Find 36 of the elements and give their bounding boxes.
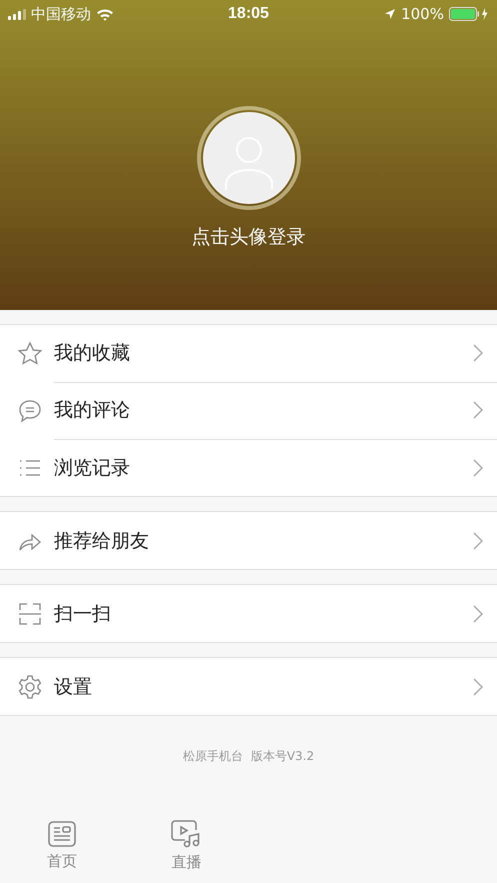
star-icon [17, 340, 43, 366]
menu-label: 扫一扫 [54, 602, 111, 626]
speech-bubble-icon [17, 398, 43, 424]
settings-icon [17, 674, 43, 700]
wifi-icon [96, 8, 114, 20]
chevron-right-icon [473, 401, 483, 419]
menu-label: 我的收藏 [54, 341, 130, 366]
newspaper-icon [48, 821, 76, 847]
menu-label: 我的评论 [54, 398, 130, 423]
menu-item[interactable]: 我的评论 [0, 382, 497, 439]
menu-item[interactable]: 浏览记录 [0, 439, 497, 496]
battery-percent: 100% [401, 5, 444, 23]
app-name: 松原手机台 [182, 748, 243, 765]
avatar-button[interactable] [196, 106, 300, 210]
menu-item[interactable]: 设置 [0, 658, 497, 715]
signal-icon [8, 8, 26, 20]
chevron-right-icon [473, 678, 483, 696]
location-arrow-icon [384, 8, 396, 20]
version-text: 版本号V3.2 [250, 748, 314, 765]
chevron-right-icon [473, 458, 483, 476]
chevron-right-icon [473, 604, 483, 622]
chevron-right-icon [473, 532, 483, 550]
user-silhouette-icon [200, 110, 296, 206]
login-prompt[interactable]: 点击头像登录 [192, 224, 306, 250]
carrier-name: 中国移动 [31, 4, 91, 24]
clock-time: 18:05 [228, 5, 269, 23]
video-music-icon [171, 820, 202, 848]
menu-label: 设置 [54, 674, 92, 700]
battery-charging-icon [448, 7, 489, 21]
menu-label: 浏览记录 [54, 456, 130, 480]
scan-frame-icon [17, 600, 43, 626]
menu-label: 推荐给朋友 [54, 528, 149, 554]
menu-item[interactable]: 扫一扫 [0, 585, 497, 642]
chevron-right-icon [473, 344, 483, 362]
menu-item[interactable]: 我的收藏 [0, 325, 497, 382]
menu-item[interactable]: 推荐给朋友 [0, 512, 497, 569]
